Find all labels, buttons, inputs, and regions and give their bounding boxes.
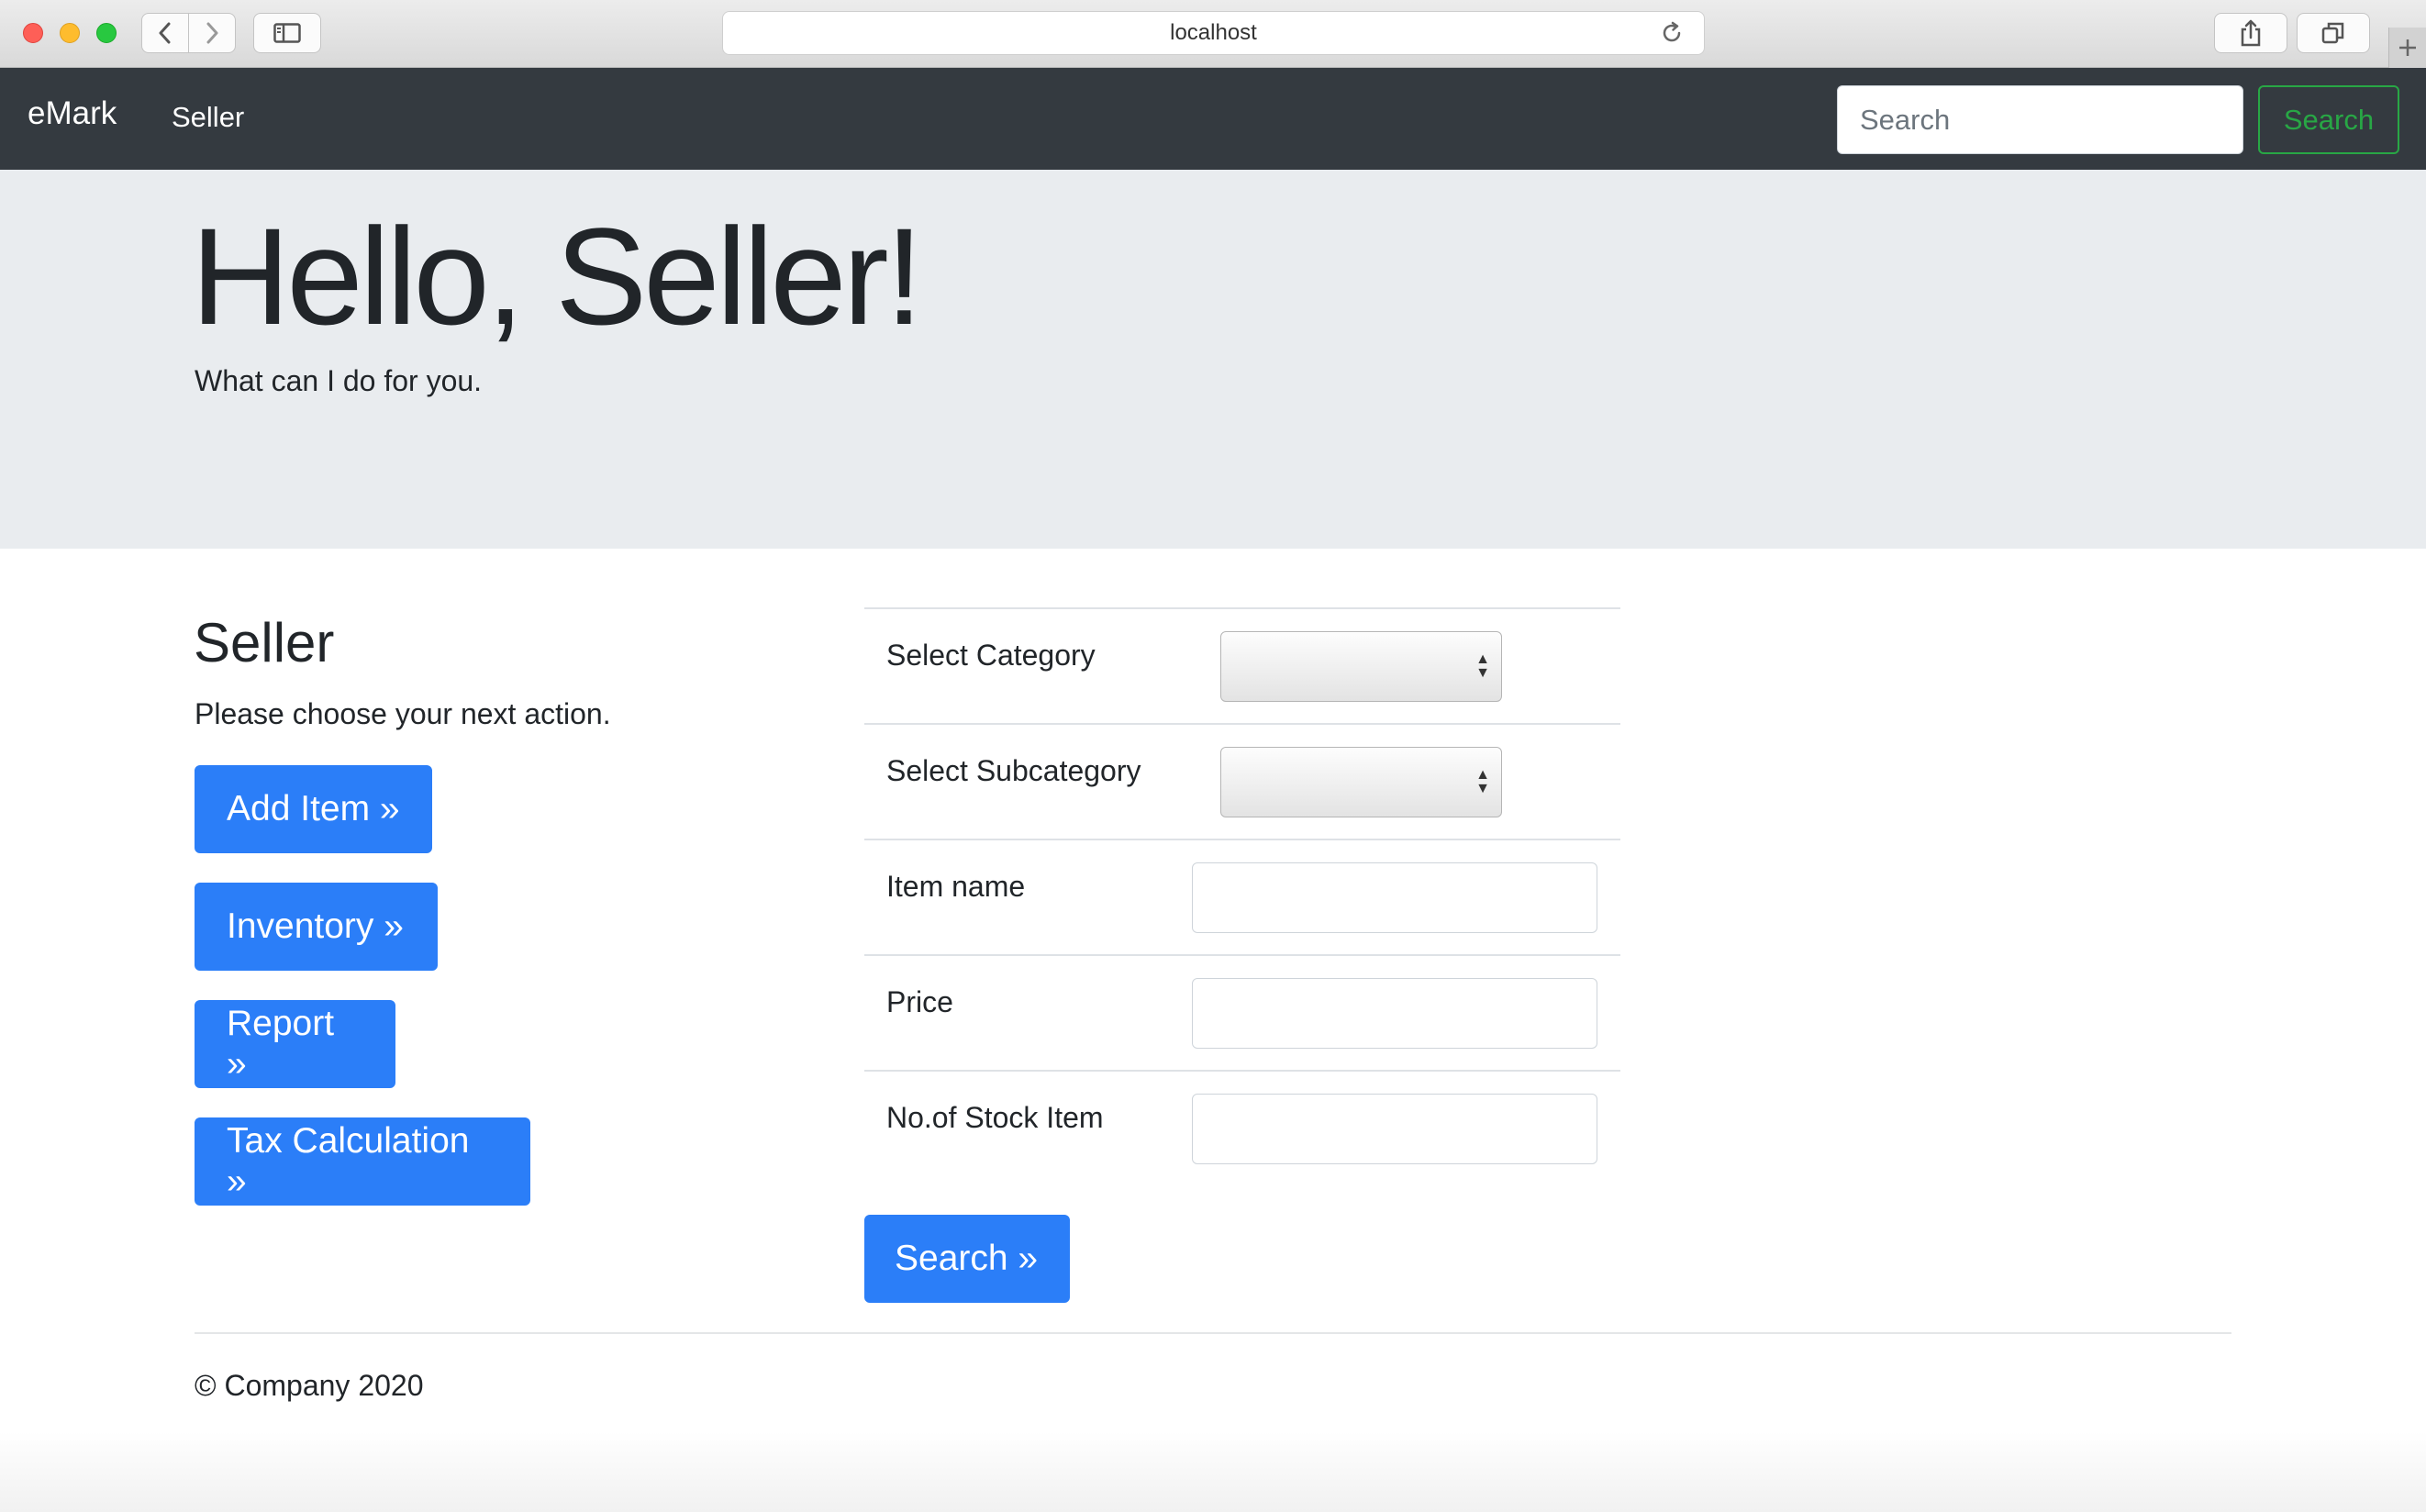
subcategory-label: Select Subcategory xyxy=(886,754,1141,787)
history-nav-group xyxy=(141,13,236,53)
plus-icon xyxy=(2399,39,2416,56)
footer-copyright: © Company 2020 xyxy=(195,1369,424,1402)
form-row-subcategory: Select Subcategory ▲ ▼ xyxy=(864,725,1620,840)
seller-heading: Seller xyxy=(194,612,335,673)
price-label: Price xyxy=(886,985,953,1018)
minimize-window-button[interactable] xyxy=(60,23,80,43)
new-tab-button[interactable] xyxy=(2388,28,2426,68)
zoom-window-button[interactable] xyxy=(96,23,117,43)
price-field[interactable] xyxy=(1192,978,1597,1049)
forward-button[interactable] xyxy=(189,14,235,52)
form-row-item-name: Item name xyxy=(864,840,1620,956)
stock-label: No.of Stock Item xyxy=(886,1101,1104,1134)
address-text: localhost xyxy=(1170,20,1257,45)
tax-calculation-button[interactable]: Tax Calculation » xyxy=(195,1117,530,1206)
form-search-button[interactable]: Search » xyxy=(864,1215,1070,1303)
report-button[interactable]: Report » xyxy=(195,1000,395,1088)
item-form: Select Category ▲ ▼ Select Subcategory ▲ ▼… xyxy=(864,607,1620,1187)
item-name-label: Item name xyxy=(886,870,1026,903)
form-row-stock: No.of Stock Item xyxy=(864,1072,1620,1187)
seller-instructions: Please choose your next action. xyxy=(195,697,611,730)
search-button[interactable]: Search xyxy=(2258,85,2399,154)
hero-banner: Hello, Seller! What can I do for you. xyxy=(0,170,2426,549)
chevron-left-icon xyxy=(159,22,171,44)
page-subtitle: What can I do for you. xyxy=(195,364,483,397)
address-bar[interactable]: localhost xyxy=(722,11,1705,55)
item-name-field[interactable] xyxy=(1192,862,1597,933)
sidebar-icon xyxy=(273,23,301,43)
search-input[interactable] xyxy=(1837,85,2243,154)
form-row-price: Price xyxy=(864,956,1620,1072)
chevron-right-icon xyxy=(206,22,218,44)
back-button[interactable] xyxy=(142,14,189,52)
page-title: Hello, Seller! xyxy=(191,199,923,353)
tabs-icon xyxy=(2321,22,2344,44)
select-arrows-icon: ▲ ▼ xyxy=(1475,651,1490,681)
select-arrows-icon: ▲ ▼ xyxy=(1475,767,1490,796)
add-item-button[interactable]: Add Item » xyxy=(195,765,432,853)
inventory-button[interactable]: Inventory » xyxy=(195,883,438,971)
stock-field[interactable] xyxy=(1192,1094,1597,1164)
close-window-button[interactable] xyxy=(23,23,43,43)
page-bottom xyxy=(0,1431,2426,1512)
sidebar-toggle-button[interactable] xyxy=(253,13,321,53)
brand-logo[interactable]: eMark xyxy=(28,95,117,132)
category-label: Select Category xyxy=(886,639,1096,672)
category-select[interactable]: ▲ ▼ xyxy=(1220,631,1502,702)
top-navbar: eMark Seller Search xyxy=(0,68,2426,170)
tab-overview-button[interactable] xyxy=(2297,13,2370,53)
form-row-category: Select Category ▲ ▼ xyxy=(864,609,1620,725)
subcategory-select[interactable]: ▲ ▼ xyxy=(1220,747,1502,817)
footer-divider xyxy=(195,1332,2231,1334)
share-icon xyxy=(2241,19,2261,47)
reload-icon[interactable] xyxy=(1660,21,1684,51)
browser-toolbar: localhost xyxy=(0,0,2426,68)
share-button[interactable] xyxy=(2214,13,2287,53)
nav-link-seller[interactable]: Seller xyxy=(172,101,244,134)
